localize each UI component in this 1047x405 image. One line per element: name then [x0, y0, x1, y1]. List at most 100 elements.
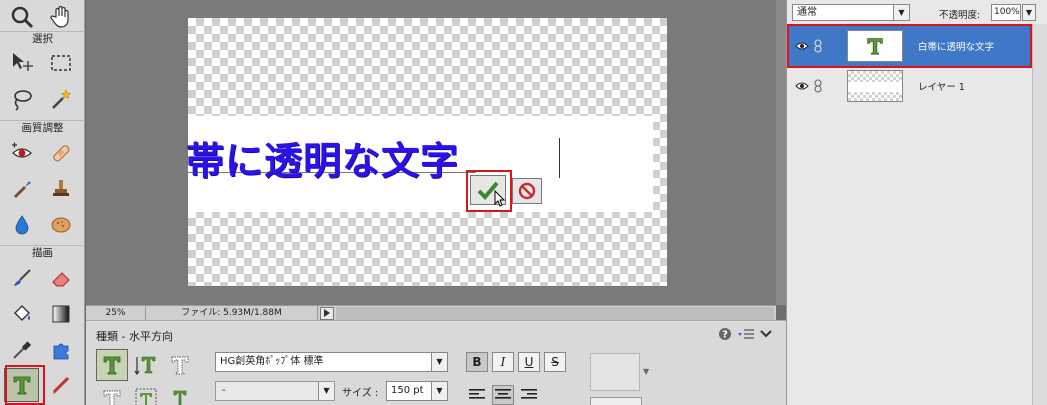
blend-mode-dropdown-arrow[interactable]: ▼	[893, 5, 909, 20]
link-icon[interactable]	[814, 79, 822, 93]
font-size-dropdown-arrow[interactable]: ▼	[431, 382, 447, 400]
lasso-tool[interactable]	[4, 82, 39, 116]
section-label-draw: 描画	[0, 245, 85, 259]
bold-button[interactable]: B	[466, 352, 488, 372]
text-caret	[559, 138, 560, 178]
paint-bucket-icon	[13, 305, 30, 321]
help-icon[interactable]: ?	[718, 327, 732, 341]
type-on-selection-option[interactable]	[130, 383, 162, 405]
section-label-select: 選択	[0, 31, 85, 45]
eraser-tool[interactable]	[43, 261, 78, 295]
leading-select[interactable]	[590, 397, 642, 405]
font-size-select[interactable]: 150 pt ▼	[386, 381, 448, 401]
svg-text:?: ?	[722, 330, 728, 341]
vertical-type-option[interactable]	[130, 349, 162, 381]
hand-tool[interactable]	[43, 0, 78, 34]
font-family-select[interactable]: HG創英角ﾎﾟｯﾌﾟ体 標準 ▼	[215, 352, 448, 372]
layer-row-raster[interactable]: レイヤー 1	[787, 66, 1031, 106]
marquee-tool[interactable]	[43, 46, 78, 80]
section-label-enhance: 画質調整	[0, 120, 85, 134]
tool-row-draw-2	[4, 297, 82, 333]
type-vertical-icon	[134, 356, 156, 376]
horizontal-mask-type-option[interactable]	[164, 349, 196, 381]
stamp-icon	[52, 180, 69, 196]
tool-row-enhance-3	[4, 208, 82, 244]
magic-wand-tool[interactable]	[43, 82, 78, 116]
type-vertical-mask-icon	[103, 390, 121, 405]
opacity-label: 不透明度:	[939, 10, 981, 21]
move-arrow-icon	[12, 53, 33, 71]
font-family-dropdown-arrow[interactable]: ▼	[431, 353, 447, 371]
eyedropper-icon	[12, 341, 31, 359]
align-left-button[interactable]	[466, 385, 488, 405]
tool-row-select-2	[4, 82, 82, 118]
canvas-horizontal-scrollbar[interactable]	[336, 306, 774, 320]
opacity-dropdown-arrow[interactable]: ▼	[1022, 4, 1036, 21]
tool-row-draw-3	[4, 333, 82, 369]
color-swatch-dropdown-arrow[interactable]: ▼	[643, 367, 649, 376]
red-eye-icon	[11, 142, 32, 158]
panel-menu-icon[interactable]	[738, 328, 754, 340]
blend-mode-value: 通常	[797, 7, 817, 18]
cancel-button[interactable]	[512, 178, 542, 204]
photoshop-elements-window: 選択 画質調整 描画 帯に透明な文字 25% ファイル: 5.93M/1.88M…	[0, 0, 1047, 405]
zoom-level[interactable]: 25%	[86, 305, 146, 321]
puzzle-shape-icon	[53, 343, 68, 360]
sponge-tool[interactable]	[43, 208, 78, 242]
layers-panel: 通常 ▼ 不透明度: 100% ▼ 白帯に透明な文字 レイヤー 1	[786, 0, 1047, 405]
strikethrough-button[interactable]: S	[544, 352, 566, 372]
brush-tool[interactable]	[4, 261, 39, 295]
red-eye-tool[interactable]	[4, 136, 39, 170]
toolbox: 選択 画質調整 描画	[0, 0, 85, 405]
pencil-icon	[52, 376, 69, 394]
layer-thumbnail-raster	[847, 70, 903, 102]
zoom-tool[interactable]	[4, 0, 39, 34]
healing-brush-tool[interactable]	[43, 136, 78, 170]
gradient-tool[interactable]	[43, 297, 78, 331]
editing-text[interactable]: 帯に透明な文字	[186, 130, 459, 185]
type-horizontal-icon	[103, 356, 121, 375]
font-style-select[interactable]: - ▼	[215, 381, 335, 401]
tool-row-enhance-1	[4, 136, 82, 172]
vertical-mask-type-option[interactable]	[96, 383, 128, 405]
layer-name[interactable]: レイヤー 1	[918, 79, 965, 93]
clone-stamp-tool[interactable]	[43, 172, 78, 206]
canvas-vertical-scrollbar[interactable]	[776, 0, 786, 305]
magnifier-icon	[11, 6, 33, 29]
custom-shape-tool[interactable]	[43, 333, 78, 367]
eyedropper-tool[interactable]	[4, 333, 39, 367]
paint-bucket-tool[interactable]	[4, 297, 39, 331]
opacity-input[interactable]: 100%	[991, 4, 1021, 21]
blend-mode-select[interactable]: 通常 ▼	[792, 4, 910, 21]
text-color-swatch[interactable]	[590, 353, 640, 391]
align-right-button[interactable]	[518, 385, 540, 405]
underline-button[interactable]: U	[518, 352, 540, 372]
align-center-button[interactable]	[492, 385, 514, 405]
triangle-right-icon	[324, 309, 330, 317]
layers-scrollbar[interactable]	[1032, 24, 1047, 405]
pencil-tool[interactable]	[43, 368, 78, 402]
tool-options-bar: 種類 - 水平方向 ? HG創英角ﾎﾟｯﾌﾟ体 標準 ▼ - ▼ サイズ: 1…	[86, 320, 786, 405]
move-tool[interactable]	[4, 46, 39, 80]
eye-icon[interactable]	[795, 80, 809, 92]
tool-row-draw-1	[4, 261, 82, 297]
blur-tool[interactable]	[4, 208, 39, 242]
type-on-shape-icon	[173, 390, 187, 405]
smart-brush-icon	[13, 181, 31, 199]
status-bar: 25% ファイル: 5.93M/1.88M	[86, 305, 776, 321]
hand-icon	[49, 5, 69, 28]
status-menu-button[interactable]	[320, 306, 334, 320]
mouse-pointer-icon	[494, 190, 506, 207]
brush-icon	[13, 269, 31, 286]
font-size-label: サイズ :	[342, 388, 379, 399]
italic-button[interactable]: I	[492, 352, 514, 372]
marquee-icon	[50, 55, 71, 71]
horizontal-type-option[interactable]	[96, 349, 128, 381]
canvas-area[interactable]: 帯に透明な文字	[86, 0, 776, 305]
gradient-icon	[52, 305, 69, 323]
type-on-shape-option[interactable]	[164, 383, 196, 405]
font-style-dropdown-arrow[interactable]: ▼	[318, 382, 334, 400]
chevron-down-icon[interactable]	[760, 329, 772, 339]
smart-brush-tool[interactable]	[4, 172, 39, 206]
tool-options-title: 種類 - 水平方向	[96, 330, 173, 343]
